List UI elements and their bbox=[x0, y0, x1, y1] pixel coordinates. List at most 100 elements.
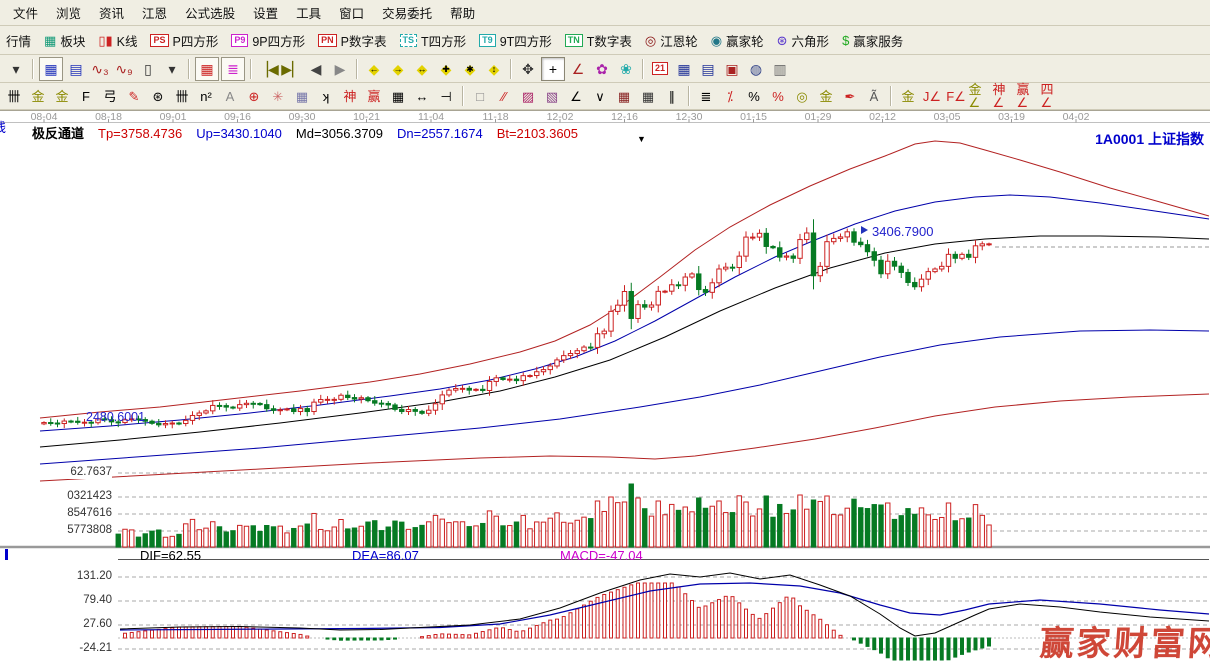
spiral-tool[interactable]: 弓 bbox=[99, 86, 122, 107]
percent-slash-tool[interactable]: ⁒ bbox=[719, 86, 742, 107]
menu-item-formula-stock-pick[interactable]: 公式选股 bbox=[176, 0, 244, 25]
color-histogram-icon[interactable]: ≣ bbox=[221, 57, 245, 81]
next-bar-button[interactable]: ▶ bbox=[329, 58, 351, 80]
ying-grid-tool[interactable]: 赢 bbox=[363, 86, 386, 107]
circle-grid-tool[interactable]: ⊛ bbox=[147, 86, 170, 107]
k-mark-tool[interactable]: ʞ bbox=[315, 86, 338, 107]
a-lines-tool[interactable]: A bbox=[219, 86, 242, 107]
mode-sectors[interactable]: ▦板块 bbox=[41, 29, 88, 52]
diamond-left[interactable]: ◆← bbox=[363, 58, 385, 80]
ying-angle-tool[interactable]: 赢∠ bbox=[1017, 86, 1040, 107]
mode-t-number-table[interactable]: TNT数字表 bbox=[562, 29, 635, 52]
calendar-icon[interactable]: 21 bbox=[649, 58, 671, 80]
diamond-vexpand[interactable]: ◆↕ bbox=[483, 58, 505, 80]
wave3-icon[interactable]: ∿₃ bbox=[89, 58, 111, 80]
menu-item-help[interactable]: 帮助 bbox=[441, 0, 484, 25]
mode-9t-square[interactable]: T99T四方形 bbox=[476, 29, 555, 52]
grid-tool-2[interactable]: 卌 bbox=[171, 86, 194, 107]
clipboard-icon[interactable]: ▤ bbox=[65, 58, 87, 80]
h-arrow-tool[interactable]: ↔ bbox=[411, 86, 434, 107]
dense-grid-tool[interactable]: ▦ bbox=[613, 86, 636, 107]
hand-tool[interactable]: ✥ bbox=[517, 58, 539, 80]
prev-bar-button[interactable]: ◀ bbox=[305, 58, 327, 80]
red-target-tool[interactable]: ⊕ bbox=[243, 86, 266, 107]
mode-gann-wheel[interactable]: ◎江恩轮 bbox=[642, 29, 701, 52]
star-grid-tool[interactable]: ✳ bbox=[267, 86, 290, 107]
menu-item-gann[interactable]: 江恩 bbox=[133, 0, 176, 25]
mode-p-square[interactable]: PSP四方形 bbox=[147, 29, 221, 52]
percent-lines-tool[interactable]: % bbox=[767, 86, 790, 107]
mode-9p-square[interactable]: P99P四方形 bbox=[228, 29, 308, 52]
shen-angle-tool[interactable]: 神∠ bbox=[993, 86, 1016, 107]
gold-angle-tool[interactable]: 金∠ bbox=[969, 86, 992, 107]
menu-item-settings[interactable]: 设置 bbox=[244, 0, 287, 25]
angle-lines-tool[interactable]: ∠ bbox=[565, 86, 588, 107]
web-disk-icon[interactable]: ◍ bbox=[745, 58, 767, 80]
grid-123-tool[interactable]: ▦ bbox=[387, 86, 410, 107]
notebook-icon[interactable]: ▤ bbox=[697, 58, 719, 80]
diamond-hexpand[interactable]: ◆↔ bbox=[411, 58, 433, 80]
j-angle-tool[interactable]: J∠ bbox=[921, 86, 944, 107]
purple-knot-tool[interactable]: ✿ bbox=[591, 58, 613, 80]
menu-item-browse[interactable]: 浏览 bbox=[47, 0, 90, 25]
mode-p-number-table[interactable]: PNP数字表 bbox=[315, 29, 389, 52]
menu-item-news[interactable]: 资讯 bbox=[90, 0, 133, 25]
parallel-lines-tool[interactable]: ∥ bbox=[661, 86, 684, 107]
angle-tool[interactable]: ∠ bbox=[567, 58, 589, 80]
chart-canvas[interactable]: 08-0408-1809-0109-1609-3010-2111-0411-18… bbox=[0, 110, 1210, 664]
shen-grid-tool[interactable]: 神 bbox=[339, 86, 362, 107]
candle-caret[interactable]: ▾ bbox=[161, 58, 183, 80]
f-angle-tool[interactable]: F∠ bbox=[945, 86, 968, 107]
computer-icon[interactable]: ▥ bbox=[769, 58, 791, 80]
macd-bar-negative bbox=[893, 638, 896, 660]
v-lines-tool[interactable]: ∨ bbox=[589, 86, 612, 107]
kline-chart-svg[interactable] bbox=[0, 110, 1210, 664]
price-scale-tool[interactable]: ≣ bbox=[695, 86, 718, 107]
mode-hexagon[interactable]: ⊛六角形 bbox=[774, 29, 832, 52]
grid-arrow-tool[interactable]: ▦ bbox=[637, 86, 660, 107]
gold-underline-tool[interactable]: 金 bbox=[815, 86, 838, 107]
teal-knot-tool[interactable]: ❀ bbox=[615, 58, 637, 80]
crosshair-tool[interactable]: + bbox=[541, 57, 565, 81]
gold-grid-tool-2[interactable]: 金 bbox=[51, 86, 74, 107]
fan-box-tool-2[interactable]: ▧ bbox=[541, 86, 564, 107]
red-grid-icon[interactable]: ▦ bbox=[195, 57, 219, 81]
percent-tool[interactable]: % bbox=[743, 86, 766, 107]
mode-t-square[interactable]: TST四方形 bbox=[397, 29, 470, 52]
gold-circle-tool[interactable]: ◎ bbox=[791, 86, 814, 107]
red-fan-tool[interactable]: ∕∕ bbox=[493, 86, 516, 107]
menu-item-file[interactable]: 文件 bbox=[4, 0, 47, 25]
mode-quotes[interactable]: 行情 bbox=[3, 29, 34, 52]
tack-arrow-tool[interactable]: ⊣ bbox=[435, 86, 458, 107]
gold-grid-tool[interactable]: 金 bbox=[27, 86, 50, 107]
si-angle-tool[interactable]: 四∠ bbox=[1041, 86, 1064, 107]
volume-bar bbox=[940, 517, 944, 547]
time-grid-tool[interactable]: 卌 bbox=[3, 86, 26, 107]
mode-kline[interactable]: ▯▮K线 bbox=[95, 29, 140, 52]
diamond-cross[interactable]: ◆✚ bbox=[435, 58, 457, 80]
diamond-star[interactable]: ◆✱ bbox=[459, 58, 481, 80]
box-tool[interactable]: □ bbox=[469, 86, 492, 107]
candle-icon[interactable]: ▯ bbox=[137, 58, 159, 80]
mode-winner-service[interactable]: $赢家服务 bbox=[839, 29, 906, 52]
last-bar-button[interactable]: ▶▏ bbox=[281, 58, 303, 80]
a-wave-tool[interactable]: Ã bbox=[863, 86, 886, 107]
diamond-right[interactable]: ◆→ bbox=[387, 58, 409, 80]
mode-winner-wheel[interactable]: ◉赢家轮 bbox=[708, 29, 767, 52]
save-disk-icon[interactable]: ▣ bbox=[721, 58, 743, 80]
menu-item-tools[interactable]: 工具 bbox=[287, 0, 330, 25]
red-flag-pen-tool[interactable]: ✒ bbox=[839, 86, 862, 107]
menu-item-trade-entrust[interactable]: 交易委托 bbox=[373, 0, 441, 25]
n-squared-tool[interactable]: n² bbox=[195, 86, 218, 107]
first-bar-button[interactable]: ▕◀ bbox=[257, 58, 279, 80]
menu-item-window[interactable]: 窗口 bbox=[330, 0, 373, 25]
boxed-star-tool[interactable]: ▦ bbox=[291, 86, 314, 107]
dropdown-caret[interactable]: ▾ bbox=[5, 58, 27, 80]
gold-redline-tool[interactable]: 金 bbox=[897, 86, 920, 107]
f-grid-tool[interactable]: F bbox=[75, 86, 98, 107]
calculator-icon[interactable]: ▦ bbox=[673, 58, 695, 80]
wave9-icon[interactable]: ∿₉ bbox=[113, 58, 135, 80]
fan-box-tool[interactable]: ▨ bbox=[517, 86, 540, 107]
blue-grid-icon[interactable]: ▦ bbox=[39, 57, 63, 81]
red-pen-tool[interactable]: ✎ bbox=[123, 86, 146, 107]
